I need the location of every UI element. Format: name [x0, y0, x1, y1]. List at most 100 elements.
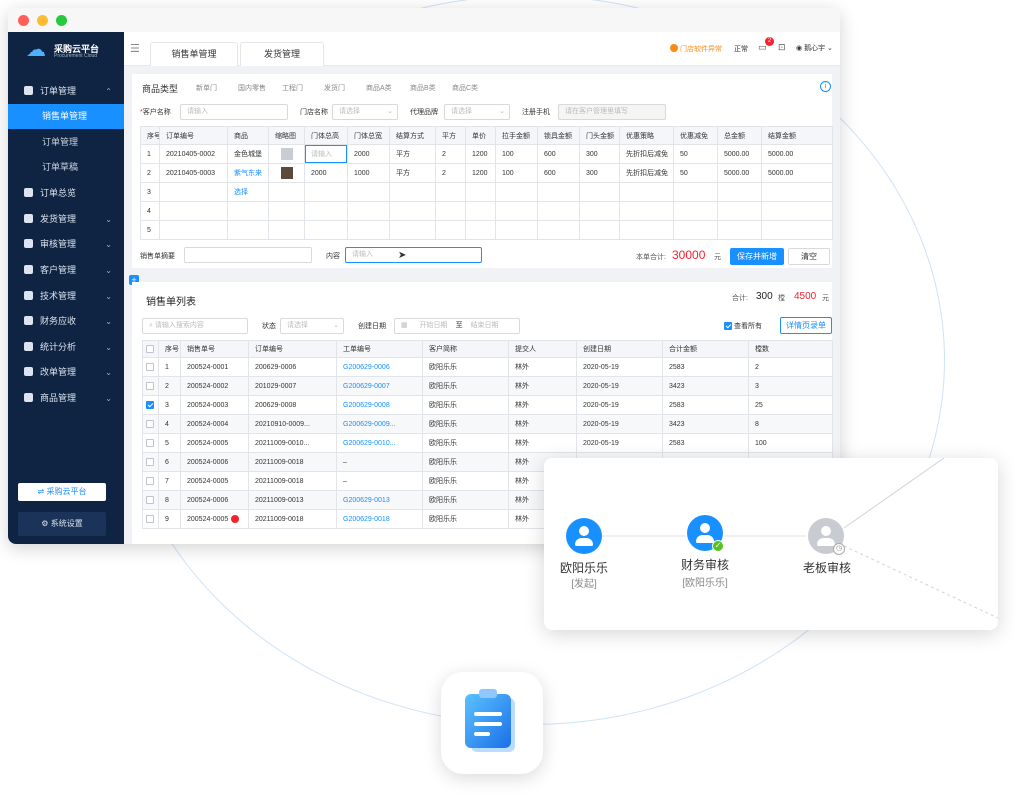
boss-review-node[interactable]: ◷ [808, 518, 845, 555]
table-cell[interactable]: G200629-0008 [336, 395, 423, 415]
close-dot[interactable] [18, 15, 29, 26]
menu-order-management[interactable]: 订单管理 ⌃ [8, 79, 124, 104]
settings-button[interactable]: ⚙ 系统设置 [18, 512, 106, 536]
table-cell[interactable]: – [336, 471, 423, 491]
search-input[interactable]: ⌕ 请输入搜索内容 [142, 318, 248, 334]
row-checkbox[interactable] [142, 471, 159, 491]
row-checkbox[interactable] [142, 395, 159, 415]
table-cell[interactable]: G200629-0006 [336, 357, 423, 377]
total-value: 30000 [672, 248, 706, 262]
row-checkbox[interactable] [142, 509, 159, 529]
menu-order-draft[interactable]: 订单草稿 [8, 155, 124, 180]
menu-product[interactable]: 商品管理 ⌄ [8, 386, 124, 411]
category-tab[interactable]: 商品B类 [410, 83, 436, 93]
chevron-down-icon: ⌄ [105, 317, 112, 326]
select-all-checkbox[interactable] [142, 340, 159, 358]
store-select[interactable]: 请选择 ⌄ [332, 104, 398, 120]
row-checkbox[interactable] [142, 357, 159, 377]
menu-toggle-icon[interactable]: ☰ [130, 42, 140, 55]
category-tab[interactable]: 商品A类 [366, 83, 392, 93]
category-tab[interactable]: 商品类型 [142, 82, 178, 95]
phone-input[interactable]: 请在客户管理里填写 [558, 104, 666, 120]
column-header: 优惠策略 [619, 126, 674, 145]
category-tab[interactable]: 工程门 [282, 83, 303, 93]
table-row[interactable]: 4 [140, 201, 833, 221]
menu-order-overview[interactable]: 订单总览 [8, 181, 124, 206]
warning-status[interactable]: 门店软件异常 [670, 44, 722, 54]
info-icon[interactable]: i [820, 81, 831, 92]
table-cell[interactable]: – [336, 452, 423, 472]
minimize-dot[interactable] [37, 15, 48, 26]
table-cell: 9 [158, 509, 181, 529]
table-cell [673, 201, 718, 221]
table-cell [268, 201, 305, 221]
table-cell[interactable]: 2000 [304, 163, 348, 183]
menu-order-list[interactable]: 订单管理 [8, 130, 124, 155]
customer-input[interactable]: 请输入 [180, 104, 288, 120]
table-cell[interactable]: G200629-0018 [336, 509, 423, 529]
table-row[interactable]: 5 [140, 220, 833, 240]
row-checkbox[interactable] [142, 452, 159, 472]
app-icon[interactable] [441, 672, 543, 774]
table-cell [619, 182, 674, 202]
table-row[interactable]: 1 20210405-0002 金色城堡 请输入 2000 平方 2 1200 100 600 30… [140, 144, 833, 164]
row-checkbox[interactable] [142, 433, 159, 453]
row-checkbox[interactable] [142, 490, 159, 510]
finance-review-node[interactable]: ✓ [687, 515, 724, 552]
menu-finance[interactable]: 财务应收 ⌄ [8, 309, 124, 334]
menu-tech[interactable]: 技术管理 ⌄ [8, 284, 124, 309]
menu-shipping[interactable]: 发货管理 ⌄ [8, 207, 124, 232]
user-icon [579, 526, 589, 536]
initiator-node[interactable] [566, 518, 602, 554]
table-cell[interactable]: 紫气东来 [227, 163, 269, 183]
table-cell: 林外 [508, 357, 577, 377]
save-and-new-button[interactable]: 保存并新增 [730, 248, 784, 265]
table-cell[interactable] [304, 182, 348, 202]
tab-shipping[interactable]: 发货管理 [240, 42, 324, 66]
table-row[interactable]: 4 200524-0004 20210910-0009... G200629-0009… [142, 414, 833, 434]
table-cell[interactable] [304, 220, 348, 240]
table-cell[interactable]: 选择 [227, 182, 269, 202]
table-cell[interactable]: 金色城堡 [227, 144, 269, 164]
row-checkbox[interactable] [142, 376, 159, 396]
category-tab[interactable]: 商品C类 [452, 83, 478, 93]
platform-button[interactable]: ⇌ 采购云平台 [18, 483, 106, 501]
table-row[interactable]: 2 20210405-0003 紫气东来 2000 1000 平方 2 1200 100 600 3… [140, 163, 833, 183]
user-menu[interactable]: ◉ 鹅心宇 ⌄ [796, 43, 833, 53]
content-input[interactable]: 请输入 [345, 247, 482, 263]
table-cell[interactable]: G200629-0013 [336, 490, 423, 510]
table-cell[interactable]: 请输入 [304, 144, 348, 164]
menu-review[interactable]: 审核管理 ⌄ [8, 232, 124, 257]
category-tab[interactable]: 国内零售 [238, 83, 266, 93]
table-cell[interactable] [227, 201, 269, 221]
table-row[interactable]: 1 200524-0001 200629-0006 G200629-0006 欧阳乐乐林… [142, 357, 833, 377]
clear-button[interactable]: 清空 [788, 248, 830, 265]
category-tab[interactable]: 发货门 [324, 83, 345, 93]
table-cell[interactable] [304, 201, 348, 221]
folder-icon[interactable]: ⊡ [778, 42, 786, 53]
status-select[interactable]: 请选择 ⌄ [280, 318, 344, 334]
tab-sales-order[interactable]: 销售单管理× [150, 42, 251, 66]
menu-sales-order[interactable]: 销售单管理 [8, 104, 124, 129]
brand-select[interactable]: 请选择 ⌄ [444, 104, 510, 120]
menu-change-order[interactable]: 改单管理 ⌄ [8, 360, 124, 385]
table-row[interactable]: 3 200524-0003 200629-0008 G200629-0008 欧阳乐乐林… [142, 395, 833, 415]
table-cell: 2020-05-19 [576, 357, 663, 377]
table-cell [389, 220, 436, 240]
summary-input[interactable] [184, 247, 312, 263]
table-cell[interactable]: G200629-0010... [336, 433, 423, 453]
table-row[interactable]: 5 200524-0005 20211009-0010... G200629-0010… [142, 433, 833, 453]
table-cell[interactable] [227, 220, 269, 240]
table-row[interactable]: 3 选择 [140, 182, 833, 202]
menu-statistics[interactable]: 统计分析 ⌄ [8, 335, 124, 360]
maximize-dot[interactable] [56, 15, 67, 26]
row-checkbox[interactable] [142, 414, 159, 434]
detail-entry-button[interactable]: 详情页录单 [780, 317, 832, 334]
table-row[interactable]: 2 200524-0002 201029-0007 G200629-0007 欧阳乐乐林… [142, 376, 833, 396]
menu-customer[interactable]: 客户管理 ⌄ [8, 258, 124, 283]
view-all-checkbox[interactable]: 查看所有 [724, 321, 762, 331]
date-range-picker[interactable]: ▦ 开始日期至结束日期 [394, 318, 520, 334]
category-tab[interactable]: 新单门 [196, 83, 217, 93]
table-cell[interactable]: G200629-0009... [336, 414, 423, 434]
table-cell[interactable]: G200629-0007 [336, 376, 423, 396]
